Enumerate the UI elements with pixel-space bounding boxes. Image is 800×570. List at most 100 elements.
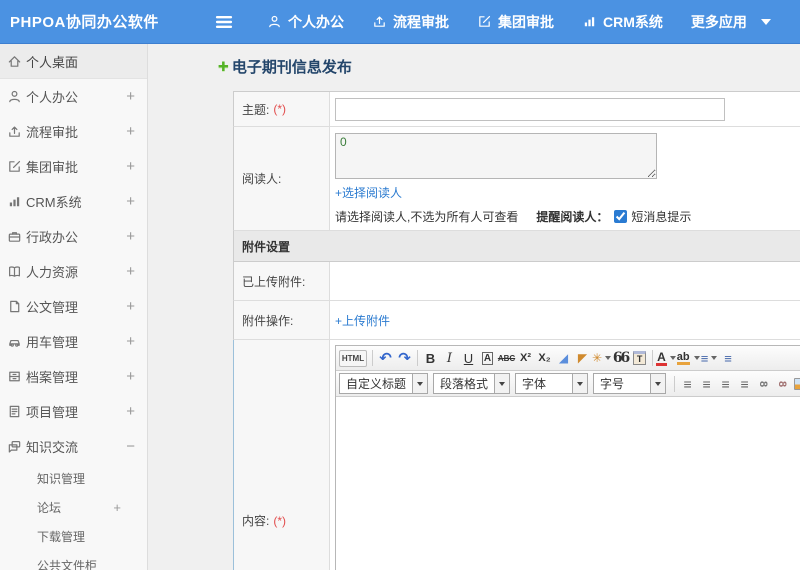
format-brush-button[interactable]: ◤ bbox=[573, 348, 592, 368]
eraser-button[interactable]: ◢ bbox=[554, 348, 573, 368]
sms-checkbox[interactable] bbox=[614, 210, 628, 223]
strikethrough-button[interactable]: ABC bbox=[497, 348, 516, 368]
page-title: 电子期刊信息发布 bbox=[218, 56, 800, 77]
unlink-button[interactable]: 8 bbox=[773, 374, 792, 394]
nav-item-more-apps[interactable]: 更多应用 bbox=[691, 12, 747, 32]
link-button[interactable]: 8 bbox=[754, 374, 773, 394]
font-color-button[interactable]: A bbox=[656, 348, 676, 368]
underline-button[interactable]: U bbox=[459, 348, 478, 368]
sidebar-item-forum[interactable]: 论坛 + bbox=[0, 493, 147, 522]
paste-text-button[interactable]: T bbox=[630, 348, 649, 368]
choose-readers-link[interactable]: +选择阅读人 bbox=[335, 184, 800, 201]
sidebar-item-admin-office[interactable]: 行政办公 + bbox=[0, 219, 147, 254]
font-family-select[interactable]: 字体 bbox=[515, 373, 589, 394]
sidebar-item-vehicle-mgmt[interactable]: 用车管理 + bbox=[0, 324, 147, 359]
italic-button[interactable]: I bbox=[440, 348, 459, 368]
sidebar-item-icon bbox=[7, 334, 22, 349]
font-size-select[interactable]: 字号 bbox=[593, 373, 667, 394]
sidebar: 个人桌面 个人办公 + 流程审批 + 集团审批 + CRM系统 + 行政办公 +… bbox=[0, 44, 148, 570]
sidebar-item-group-approval[interactable]: 集团审批 + bbox=[0, 149, 147, 184]
upload-attachment-link[interactable]: +上传附件 bbox=[335, 312, 800, 329]
readers-textarea[interactable]: 0 bbox=[335, 133, 657, 179]
align-left-button[interactable]: ≡ bbox=[678, 374, 697, 394]
nav-item-personal-office[interactable]: 个人办公 bbox=[267, 12, 344, 32]
toolbar-separator[interactable] bbox=[417, 350, 418, 366]
undo-button[interactable]: ↶ bbox=[376, 348, 395, 368]
expand-toggle[interactable]: + bbox=[126, 403, 135, 420]
align-justify-button[interactable]: ≡ bbox=[735, 374, 754, 394]
expand-toggle[interactable]: + bbox=[113, 500, 121, 515]
html-source-button[interactable]: HTML bbox=[339, 349, 367, 367]
rich-text-editor: HTML ↶ ↷ B I U A ABC X² X₂ ◢ ◤ ✳ 66 T A … bbox=[335, 345, 800, 570]
readers-help-text: 请选择阅读人,不选为所有人可查看 bbox=[335, 210, 519, 224]
nav-item-group-approval[interactable]: 集团审批 bbox=[477, 12, 554, 32]
sidebar-item-desktop[interactable]: 个人桌面 bbox=[0, 44, 147, 79]
sidebar-item-label: 流程审批 bbox=[26, 125, 79, 140]
sms-label: 短消息提示 bbox=[631, 210, 692, 224]
highlight-color-button[interactable]: ab bbox=[675, 348, 700, 368]
nav-item-icon bbox=[477, 14, 492, 29]
toolbar-separator[interactable] bbox=[674, 375, 676, 392]
expand-toggle[interactable]: + bbox=[126, 228, 135, 245]
toolbar-separator[interactable] bbox=[652, 350, 654, 366]
paragraph-format-select[interactable]: 段落格式 bbox=[433, 373, 511, 394]
sidebar-item-public-cabinet[interactable]: 公共文件柜 bbox=[0, 551, 147, 570]
sidebar-item-hr[interactable]: 人力资源 + bbox=[0, 254, 147, 289]
sidebar-item-knowledge-mgmt[interactable]: 知识管理 bbox=[0, 464, 147, 493]
sidebar-item-project-mgmt[interactable]: 项目管理 + bbox=[0, 394, 147, 429]
required-mark: (*) bbox=[273, 102, 287, 116]
expand-toggle[interactable]: + bbox=[126, 158, 135, 175]
expand-toggle[interactable]: + bbox=[126, 298, 135, 315]
bold-button[interactable]: B bbox=[421, 348, 440, 368]
expand-toggle[interactable]: + bbox=[126, 88, 135, 105]
sidebar-item-label: 行政办公 bbox=[26, 230, 79, 245]
insert-image-button[interactable] bbox=[792, 374, 800, 394]
hamburger-menu-icon[interactable] bbox=[213, 11, 235, 33]
sidebar-item-icon bbox=[7, 404, 22, 419]
sidebar-item-crm[interactable]: CRM系统 + bbox=[0, 184, 147, 219]
sidebar-item-icon bbox=[7, 124, 22, 139]
expand-toggle[interactable]: − bbox=[126, 438, 135, 455]
uploaded-attachments-label: 已上传附件: bbox=[234, 262, 330, 300]
sidebar-item-label: 公文管理 bbox=[26, 300, 79, 315]
expand-toggle[interactable]: + bbox=[126, 368, 135, 385]
blockquote-button[interactable]: 66 bbox=[611, 348, 631, 368]
toolbar-separator[interactable] bbox=[372, 350, 373, 366]
expand-toggle[interactable]: + bbox=[126, 193, 135, 210]
attachment-section-header: 附件设置 bbox=[233, 231, 800, 262]
nav-item-icon bbox=[372, 14, 387, 29]
expand-toggle[interactable]: + bbox=[126, 333, 135, 350]
chevron-down-icon[interactable] bbox=[760, 18, 771, 25]
sidebar-item-label: 人力资源 bbox=[26, 265, 79, 280]
align-right-button[interactable]: ≡ bbox=[716, 374, 735, 394]
sidebar-item-personal-office[interactable]: 个人办公 + bbox=[0, 79, 147, 114]
nav-item-crm[interactable]: CRM系统 bbox=[582, 12, 663, 32]
autotypeset-button[interactable]: ✳ bbox=[592, 348, 611, 368]
nav-item-label: 流程审批 bbox=[393, 13, 449, 30]
sidebar-item-document-mgmt[interactable]: 公文管理 + bbox=[0, 289, 147, 324]
custom-title-select[interactable]: 自定义标题 bbox=[339, 373, 429, 394]
sidebar-item-icon bbox=[7, 89, 22, 104]
editor-content-area[interactable] bbox=[336, 397, 800, 570]
sidebar-item-icon bbox=[7, 264, 22, 279]
sidebar-item-download-mgmt[interactable]: 下载管理 bbox=[0, 522, 147, 551]
sidebar-item-knowledge-exchange[interactable]: 知识交流 − bbox=[0, 429, 147, 464]
sidebar-item-icon bbox=[7, 54, 22, 69]
nav-item-workflow-approval[interactable]: 流程审批 bbox=[372, 12, 449, 32]
unordered-list-button[interactable]: ≡ bbox=[719, 348, 738, 368]
sidebar-item-archive-mgmt[interactable]: 档案管理 + bbox=[0, 359, 147, 394]
subscript-button[interactable]: X₂ bbox=[535, 348, 554, 368]
app-window: PHPOA协同办公软件 个人办公 流程审批 集团审批 CRM系统 更多应用 个人… bbox=[0, 0, 800, 570]
expand-toggle[interactable]: + bbox=[126, 123, 135, 140]
add-icon bbox=[218, 58, 229, 75]
align-center-button[interactable]: ≡ bbox=[697, 374, 716, 394]
ordered-list-button[interactable]: ≡ bbox=[700, 348, 719, 368]
subject-input[interactable] bbox=[335, 97, 725, 121]
expand-toggle[interactable]: + bbox=[126, 263, 135, 280]
sidebar-item-workflow-approval[interactable]: 流程审批 + bbox=[0, 114, 147, 149]
superscript-button[interactable]: X² bbox=[516, 348, 535, 368]
combo-arrow-icon bbox=[494, 374, 510, 393]
sidebar-item-label: 档案管理 bbox=[26, 370, 79, 385]
redo-button[interactable]: ↷ bbox=[395, 348, 414, 368]
remove-format-button[interactable]: A bbox=[478, 348, 497, 368]
